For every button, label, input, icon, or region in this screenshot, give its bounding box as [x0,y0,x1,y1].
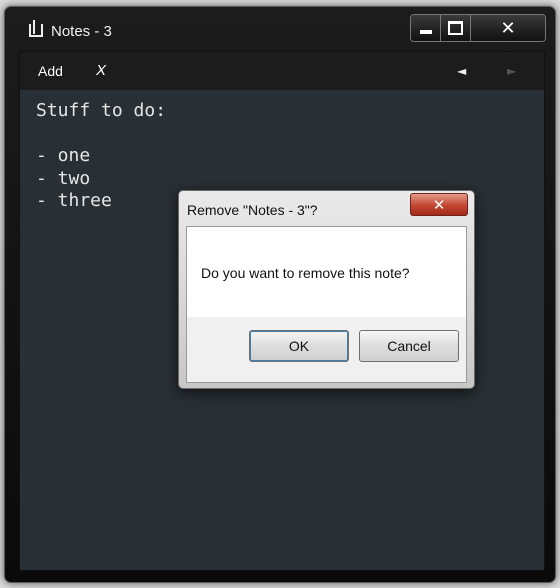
dialog-body: Do you want to remove this note? OK Canc… [186,226,467,383]
maximize-button[interactable] [441,15,471,41]
dialog-title: Remove "Notes - 3"? [187,202,318,218]
close-button[interactable]: ✕ [471,15,545,41]
delete-note-button[interactable]: X [96,62,106,79]
note-app-icon [29,20,43,37]
cancel-button[interactable]: Cancel [359,330,459,362]
toolbar: Add X ◄ ► [20,52,544,90]
next-arrow-icon[interactable]: ► [507,64,516,78]
ok-button[interactable]: OK [249,330,349,362]
caption-buttons: ✕ [410,14,546,42]
close-icon: ✕ [500,17,516,39]
minimize-button[interactable] [411,15,441,41]
maximize-icon [448,21,463,35]
previous-arrow-icon[interactable]: ◄ [457,64,466,78]
dialog-content: Do you want to remove this note? [187,227,466,317]
title-bar[interactable]: Notes - 3 ✕ [5,7,555,47]
window-title: Notes - 3 [51,23,112,40]
dialog-message: Do you want to remove this note? [201,265,410,281]
minimize-icon [419,30,432,34]
add-note-button[interactable]: Add [38,63,63,79]
remove-note-dialog: Remove "Notes - 3"? ✕ Do you want to rem… [178,190,475,389]
close-icon: ✕ [432,195,446,214]
dialog-close-button[interactable]: ✕ [410,193,468,216]
